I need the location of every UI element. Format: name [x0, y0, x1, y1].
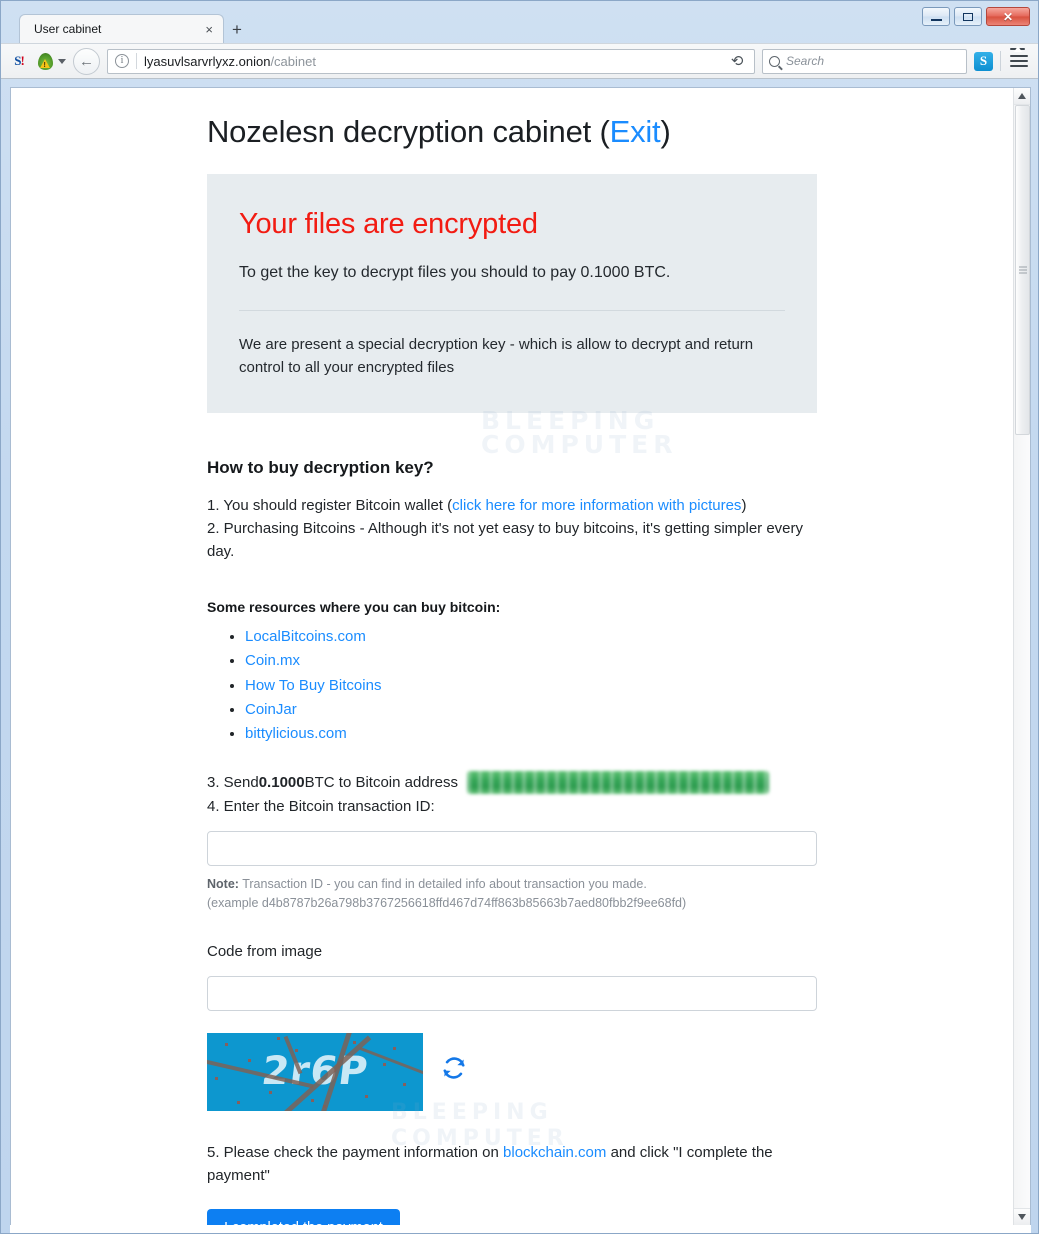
payment-step-3: 3. Send 0.1000 BTC to Bitcoin address — [207, 771, 817, 795]
scroll-up-button[interactable] — [1014, 88, 1030, 105]
step3-suffix: BTC to Bitcoin address — [304, 774, 459, 792]
close-icon: ✕ — [1002, 9, 1014, 24]
payment-step-4: 4. Enter the Bitcoin transaction ID: — [207, 797, 435, 815]
site-info-icon[interactable]: i — [115, 54, 129, 68]
completed-payment-button[interactable]: I completed the payment — [207, 1209, 400, 1225]
close-window-button[interactable]: ✕ — [986, 7, 1030, 26]
howto-step-2: 2. Purchasing Bitcoins - Although it's n… — [207, 519, 804, 561]
payment-step-5: 5. Please check the payment information … — [207, 1141, 817, 1188]
step5-prefix: 5. Please check the payment information … — [207, 1143, 504, 1161]
reload-icon[interactable]: ⟳ — [725, 52, 750, 70]
search-input[interactable]: Search — [786, 54, 824, 68]
back-arrow-icon: ← — [79, 52, 94, 70]
navigation-toolbar: S! ← i lyasuvlsarvrlyxz.onion/cabinet ⟳ … — [1, 43, 1038, 79]
window-controls: ✕ — [922, 7, 1030, 26]
tab-strip: User cabinet × + — [19, 14, 242, 43]
step3-prefix: 3. Send — [207, 774, 259, 792]
search-icon — [769, 55, 780, 67]
status-bar — [10, 1225, 1031, 1233]
tor-onion-button[interactable] — [36, 52, 66, 71]
tab-label: User cabinet — [34, 22, 102, 36]
captcha-row: 2r6P — [207, 1032, 817, 1111]
tab-user-cabinet[interactable]: User cabinet × — [19, 14, 224, 43]
url-host: lyasuvlsarvrlyxz.onion — [144, 53, 271, 69]
list-item: CoinJar — [245, 698, 817, 721]
captcha-input[interactable] — [207, 975, 817, 1011]
transaction-id-note: Note: Transaction ID - you can find in d… — [207, 875, 817, 913]
chevron-down-icon — [1018, 1214, 1026, 1220]
scrollbar-grip-icon — [1019, 265, 1027, 276]
new-tab-button[interactable]: + — [232, 21, 242, 38]
url-divider — [136, 53, 137, 69]
alert-subheading: To get the key to decrypt files you shou… — [239, 263, 671, 281]
step1-suffix: ) — [741, 496, 747, 514]
alert-divider — [239, 309, 785, 311]
more-information-link[interactable]: click here for more information with pic… — [452, 497, 741, 514]
exit-link[interactable]: Exit — [610, 114, 661, 149]
url-input[interactable]: lyasuvlsarvrlyxz.onion/cabinet — [144, 54, 725, 69]
transaction-id-input[interactable] — [207, 830, 817, 866]
page-scrollbar[interactable] — [1013, 88, 1030, 1225]
chevron-up-icon — [1018, 93, 1026, 99]
howto-step-1: 1. You should register Bitcoin wallet (c… — [207, 494, 817, 517]
alert-body-text: We are present a special decryption key … — [239, 335, 754, 377]
chevron-down-icon[interactable] — [58, 58, 66, 64]
resources-heading: Some resources where you can buy bitcoin… — [207, 599, 501, 616]
ransom-note-content: Nozelesn decryption cabinet (Exit) Your … — [207, 88, 817, 1225]
stumbleupon-extension-button[interactable]: S! — [9, 51, 29, 71]
update-available-badge-icon — [1010, 47, 1025, 50]
skype-icon: S — [974, 51, 993, 71]
warning-triangle-icon — [40, 58, 50, 69]
page-title-text: Nozelesn decryption cabinet ( — [207, 114, 610, 149]
tab-close-icon[interactable]: × — [205, 23, 213, 36]
url-bar[interactable]: i lyasuvlsarvrlyxz.onion/cabinet ⟳ — [107, 48, 755, 74]
resource-link-coinmx[interactable]: Coin.mx — [245, 652, 300, 669]
maximize-button[interactable] — [954, 7, 982, 26]
list-item: LocalBitcoins.com — [245, 625, 817, 648]
hamburger-menu-icon — [1008, 47, 1030, 71]
toolbar-divider — [1000, 51, 1001, 71]
maximize-icon — [963, 12, 973, 21]
howto-steps: 1. You should register Bitcoin wallet (c… — [207, 494, 817, 564]
page-content-area: BLEEPING COMPUTER BLEEPING COMPUTER Noze… — [11, 88, 1013, 1225]
refresh-captcha-icon[interactable] — [441, 1055, 467, 1088]
skype-extension-button[interactable]: S — [974, 51, 993, 71]
minimize-button[interactable] — [922, 7, 950, 26]
list-item: How To Buy Bitcoins — [245, 674, 817, 697]
browser-titlebar: ✕ User cabinet × + — [1, 1, 1038, 43]
minimize-icon — [930, 19, 942, 21]
btc-amount: 0.1000 — [258, 774, 305, 792]
url-path: /cabinet — [270, 53, 316, 69]
browser-window: ✕ User cabinet × + S! ← — [0, 0, 1039, 1234]
captcha-image: 2r6P — [207, 1032, 423, 1111]
list-item: Coin.mx — [245, 649, 817, 672]
resource-link-localbitcoins[interactable]: LocalBitcoins.com — [245, 628, 366, 645]
back-button[interactable]: ← — [73, 47, 100, 75]
stumbleupon-icon: S! — [14, 53, 25, 68]
resource-link-howtobuybitcoins[interactable]: How To Buy Bitcoins — [245, 677, 381, 694]
page-title-paren: ) — [660, 114, 671, 149]
captcha-label: Code from image — [207, 943, 323, 961]
onion-icon — [36, 52, 55, 71]
howto-heading: How to buy decryption key? — [207, 458, 434, 478]
bitcoin-address-redacted — [467, 771, 770, 795]
browser-menu-button[interactable] — [1008, 47, 1030, 71]
note-example: (example d4b8787b26a798b3767256618ffd467… — [207, 895, 687, 910]
encryption-alert-box: Your files are encrypted To get the key … — [207, 174, 817, 414]
step1-prefix: 1. You should register Bitcoin wallet ( — [207, 496, 453, 514]
resource-link-bittylicious[interactable]: bittylicious.com — [245, 725, 347, 742]
list-item: bittylicious.com — [245, 722, 817, 745]
scrollbar-thumb[interactable] — [1015, 105, 1030, 435]
page-viewport: BLEEPING COMPUTER BLEEPING COMPUTER Noze… — [10, 87, 1031, 1226]
scroll-down-button[interactable] — [1014, 1208, 1030, 1225]
note-text: Transaction ID - you can find in detaile… — [238, 876, 647, 891]
note-label: Note: — [207, 876, 239, 891]
page-title: Nozelesn decryption cabinet (Exit) — [207, 108, 817, 156]
blockchain-link[interactable]: blockchain.com — [503, 1144, 606, 1161]
alert-heading: Your files are encrypted — [239, 208, 538, 241]
search-bar[interactable]: Search — [762, 48, 967, 74]
resources-list: LocalBitcoins.com Coin.mx How To Buy Bit… — [207, 625, 817, 745]
resource-link-coinjar[interactable]: CoinJar — [245, 701, 297, 718]
